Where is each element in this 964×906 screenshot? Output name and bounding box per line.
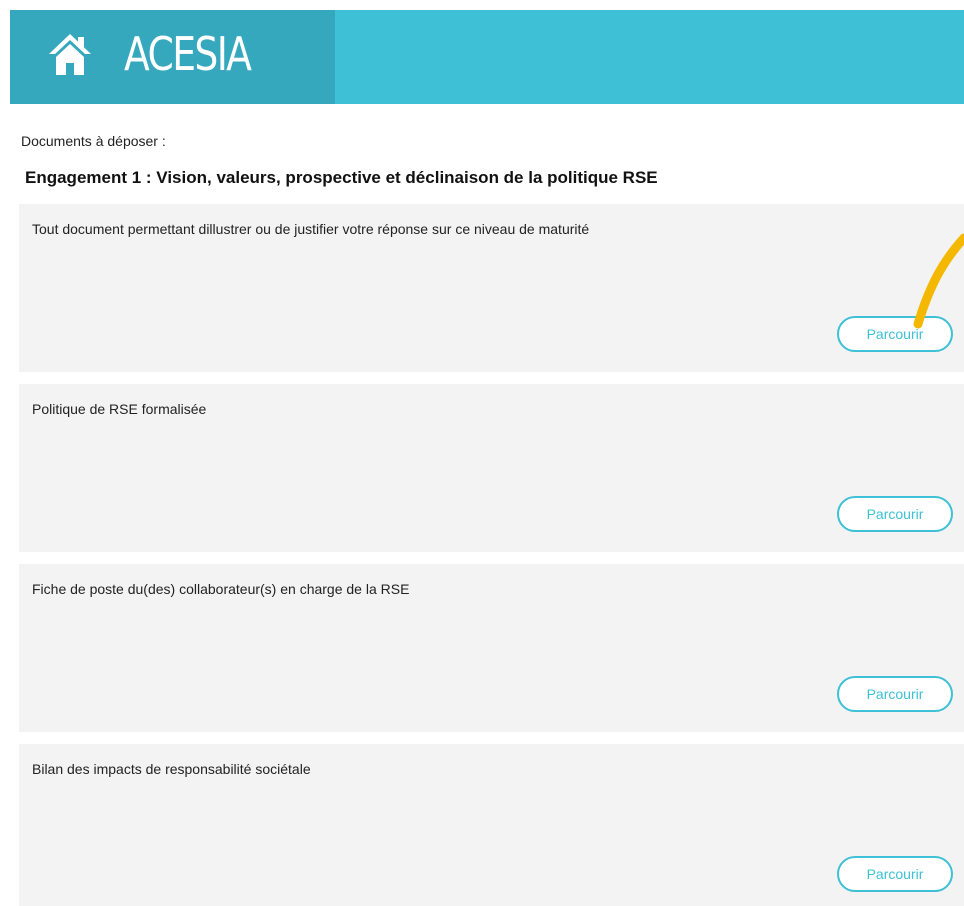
document-label: Tout document permettant dillustrer ou d…: [32, 221, 590, 237]
document-label: Fiche de poste du(des) collaborateur(s) …: [32, 581, 410, 597]
home-icon: [49, 34, 91, 75]
document-card: Fiche de poste du(des) collaborateur(s) …: [19, 564, 964, 732]
document-card: Tout document permettant dillustrer ou d…: [19, 204, 964, 372]
logo-block[interactable]: ACESIA: [10, 10, 335, 104]
document-card: Politique de RSE formalisée Parcourir: [19, 384, 964, 552]
documents-label: Documents à déposer :: [21, 133, 166, 149]
browse-button[interactable]: Parcourir: [837, 496, 953, 532]
document-label: Politique de RSE formalisée: [32, 401, 207, 417]
page: ACESIA Documents à déposer : Engagement …: [0, 0, 964, 906]
browse-button[interactable]: Parcourir: [837, 856, 953, 892]
app-title: ACESIA: [124, 27, 252, 81]
document-label: Bilan des impacts de responsabilité soci…: [32, 761, 311, 777]
browse-button[interactable]: Parcourir: [837, 676, 953, 712]
section-title: Engagement 1 : Vision, valeurs, prospect…: [25, 168, 658, 187]
browse-button[interactable]: Parcourir: [837, 316, 953, 352]
app-header: ACESIA: [10, 10, 964, 104]
document-card: Bilan des impacts de responsabilité soci…: [19, 744, 964, 906]
